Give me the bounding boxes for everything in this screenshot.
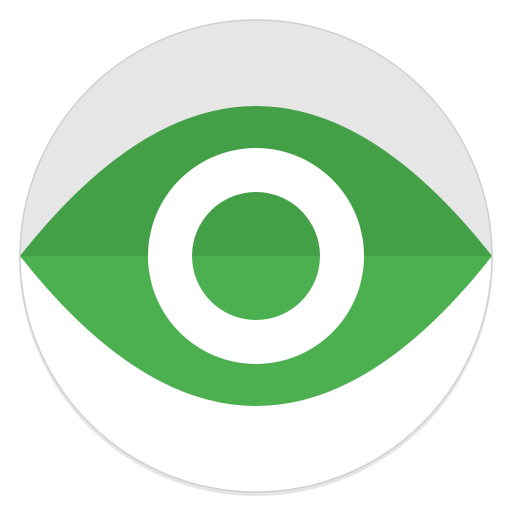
pupil (192, 192, 320, 320)
eye-app-icon (0, 0, 512, 512)
eye-icon (19, 19, 493, 496)
